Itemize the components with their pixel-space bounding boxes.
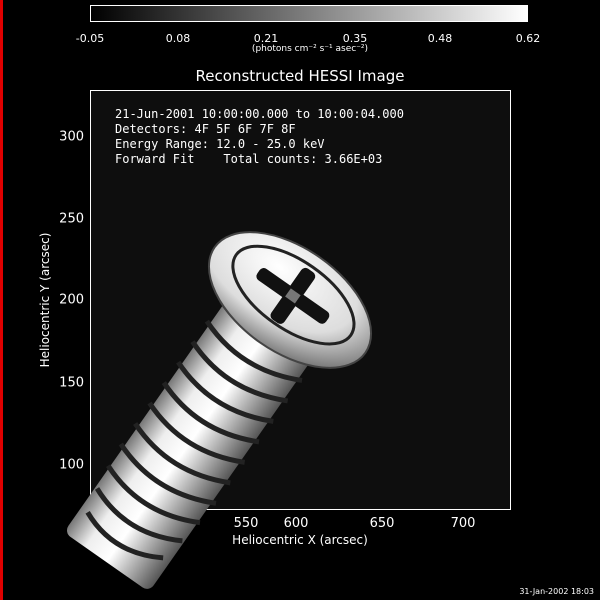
x-tick-label: 700: [450, 516, 476, 531]
x-tick-label: 550: [233, 516, 259, 531]
x-axis-label: Heliocentric X (arcsec): [232, 533, 368, 547]
screw-image: [67, 231, 373, 589]
x-tick-label: 600: [283, 516, 309, 531]
annotation-line: Energy Range: 12.0 - 25.0 keV: [115, 137, 325, 151]
y-tick-label: 200: [59, 292, 84, 308]
annotation-line: 21-Jun-2001 10:00:00.000 to 10:00:04.000: [115, 107, 404, 121]
footer-timestamp: 31-Jan-2002 18:03: [519, 587, 594, 596]
y-tick-label: 150: [59, 375, 84, 391]
annotation-line: Forward Fit Total counts: 3.66E+03: [115, 152, 383, 166]
x-tick-label: 650: [369, 516, 395, 531]
y-axis-label: Heliocentric Y (arcsec): [38, 232, 52, 368]
y-tick-label: 250: [59, 211, 84, 227]
y-tick-label: 100: [59, 457, 84, 473]
y-tick-label: 300: [59, 129, 84, 145]
annotation-line: Detectors: 4F 5F 6F 7F 8F: [115, 122, 296, 136]
